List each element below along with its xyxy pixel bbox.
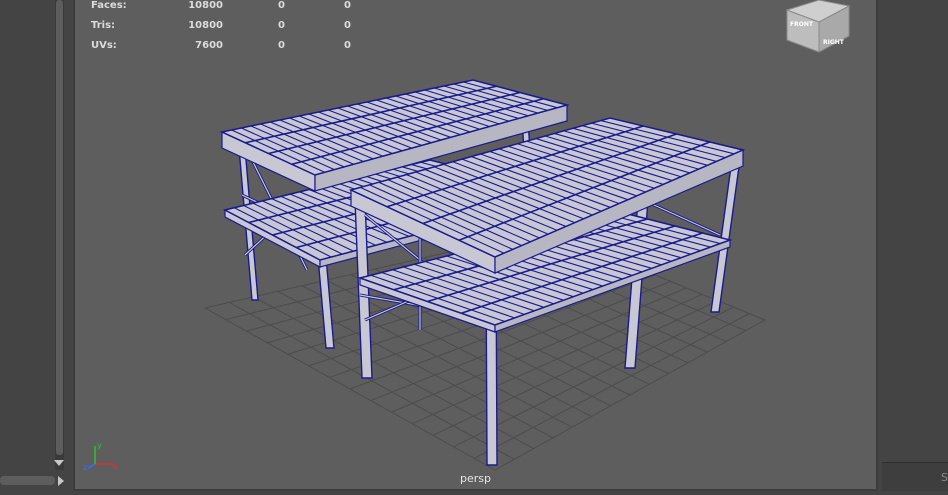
camera-name-label: persp <box>460 472 491 485</box>
platform-model[interactable] <box>219 79 746 466</box>
grid-line <box>474 313 750 459</box>
axis-gizmo-icon: x y z <box>83 441 118 472</box>
hud-value: 0 <box>344 20 351 31</box>
z-axis-line <box>87 463 96 469</box>
hud-value: 0 <box>278 40 285 51</box>
hud-value: 0 <box>278 20 285 31</box>
viewcube-right-label: RIGHT <box>823 39 845 46</box>
hud-value: 10800 <box>188 0 223 11</box>
hud-value: 7600 <box>195 40 223 51</box>
right-panel <box>878 0 948 495</box>
hud-label: Tris: <box>91 20 116 31</box>
scroll-arrow-right-icon[interactable] <box>58 476 64 486</box>
x-axis-label: x <box>113 462 118 471</box>
right-strip-text: S <box>941 471 948 484</box>
horizontal-scrollbar-thumb[interactable] <box>0 476 55 485</box>
hud-label: Faces: <box>91 0 127 11</box>
viewcube-front-label: FRONT <box>790 21 814 28</box>
z-axis-label: z <box>83 463 87 472</box>
hud-value: 0 <box>278 0 285 11</box>
scene-canvas[interactable] <box>75 0 876 489</box>
right-strip[interactable]: S <box>882 462 948 491</box>
scroll-arrow-down-icon[interactable] <box>54 460 64 466</box>
hud-label: UVs: <box>91 40 117 51</box>
viewcube-icon[interactable]: FRONT RIGHT <box>781 0 861 56</box>
y-axis-label: y <box>97 441 102 450</box>
hud-value: 0 <box>344 0 351 11</box>
perspective-viewport[interactable]: Faces: 10800 0 0 Tris: 10800 0 0 UVs: 76… <box>73 0 878 491</box>
hud-value: 0 <box>344 40 351 51</box>
left-scrollbar-thumb[interactable] <box>56 0 63 455</box>
hud-value: 10800 <box>188 20 223 31</box>
